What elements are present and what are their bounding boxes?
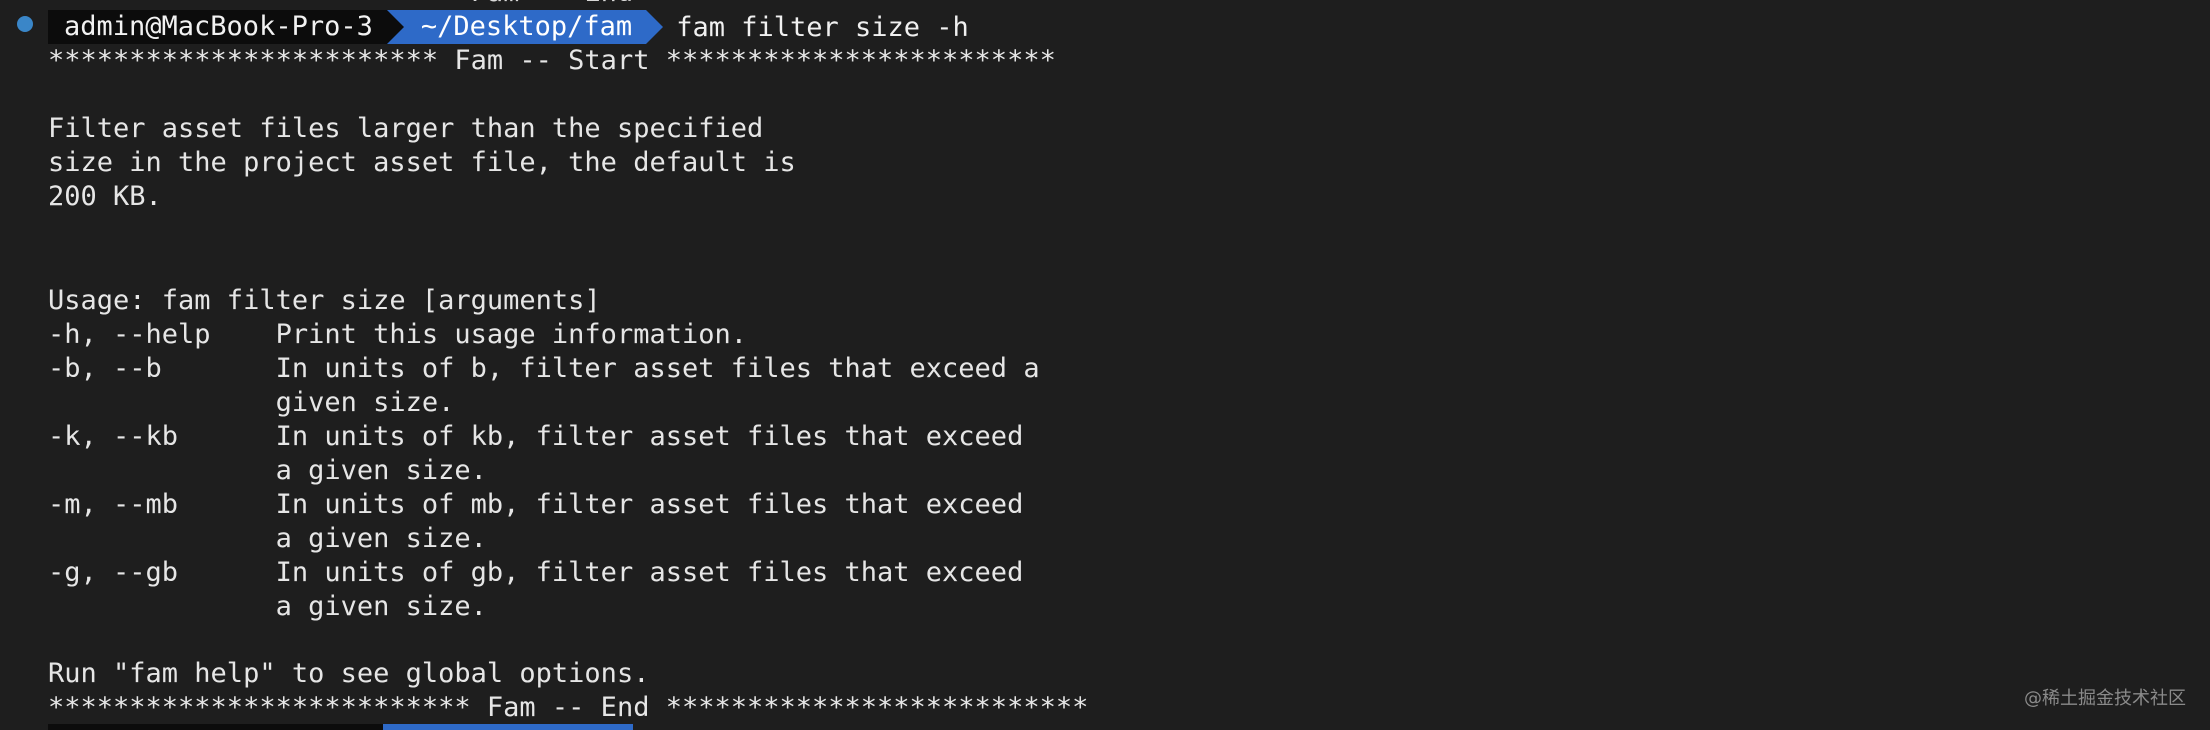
- command-status-dot-icon[interactable]: [17, 16, 33, 32]
- option-line: a given size.: [48, 523, 487, 554]
- help-hint-line: Run "fam help" to see global options.: [48, 658, 650, 689]
- option-line: -g, --gb In units of gb, filter asset fi…: [48, 557, 1024, 588]
- option-line: -b, --b In units of b, filter asset file…: [48, 353, 1040, 384]
- option-line: a given size.: [48, 591, 487, 622]
- option-line: given size.: [48, 387, 455, 418]
- option-line: a given size.: [48, 455, 487, 486]
- option-line: -k, --kb In units of kb, filter asset fi…: [48, 421, 1024, 452]
- previous-end-banner: ************************* Fam -- End ***…: [48, 0, 1056, 10]
- description-line: 200 KB.: [48, 181, 162, 212]
- option-line: -h, --help Print this usage information.: [48, 319, 747, 350]
- watermark: @稀土掘金技术社区: [2024, 688, 2186, 709]
- option-line: -m, --mb In units of mb, filter asset fi…: [48, 489, 1024, 520]
- next-prompt-user-segment: [48, 724, 383, 730]
- description-line: size in the project asset file, the defa…: [48, 147, 796, 178]
- next-prompt-dir-segment: [383, 724, 633, 730]
- description-line: Filter asset files larger than the speci…: [48, 113, 764, 144]
- command-text: fam filter size -h: [676, 11, 969, 43]
- shell-prompt: admin@MacBook-Pro-3 ~/Desktop/fam fam fi…: [48, 10, 969, 44]
- usage-line: Usage: fam filter size [arguments]: [48, 285, 601, 316]
- prompt-directory: ~/Desktop/fam: [386, 10, 664, 44]
- prompt-user-host: admin@MacBook-Pro-3: [48, 10, 404, 44]
- terminal-window[interactable]: ************************* Fam -- End ***…: [0, 0, 2210, 730]
- next-prompt-partial: [48, 724, 648, 730]
- start-banner: ************************ Fam -- Start **…: [48, 45, 1056, 76]
- end-banner: ************************** Fam -- End **…: [48, 692, 1089, 723]
